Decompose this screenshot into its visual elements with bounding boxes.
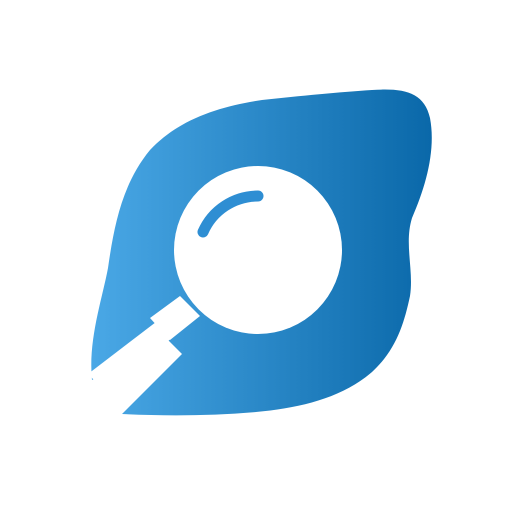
app-logo: [88, 89, 432, 416]
app-icon-canvas: [0, 0, 512, 512]
